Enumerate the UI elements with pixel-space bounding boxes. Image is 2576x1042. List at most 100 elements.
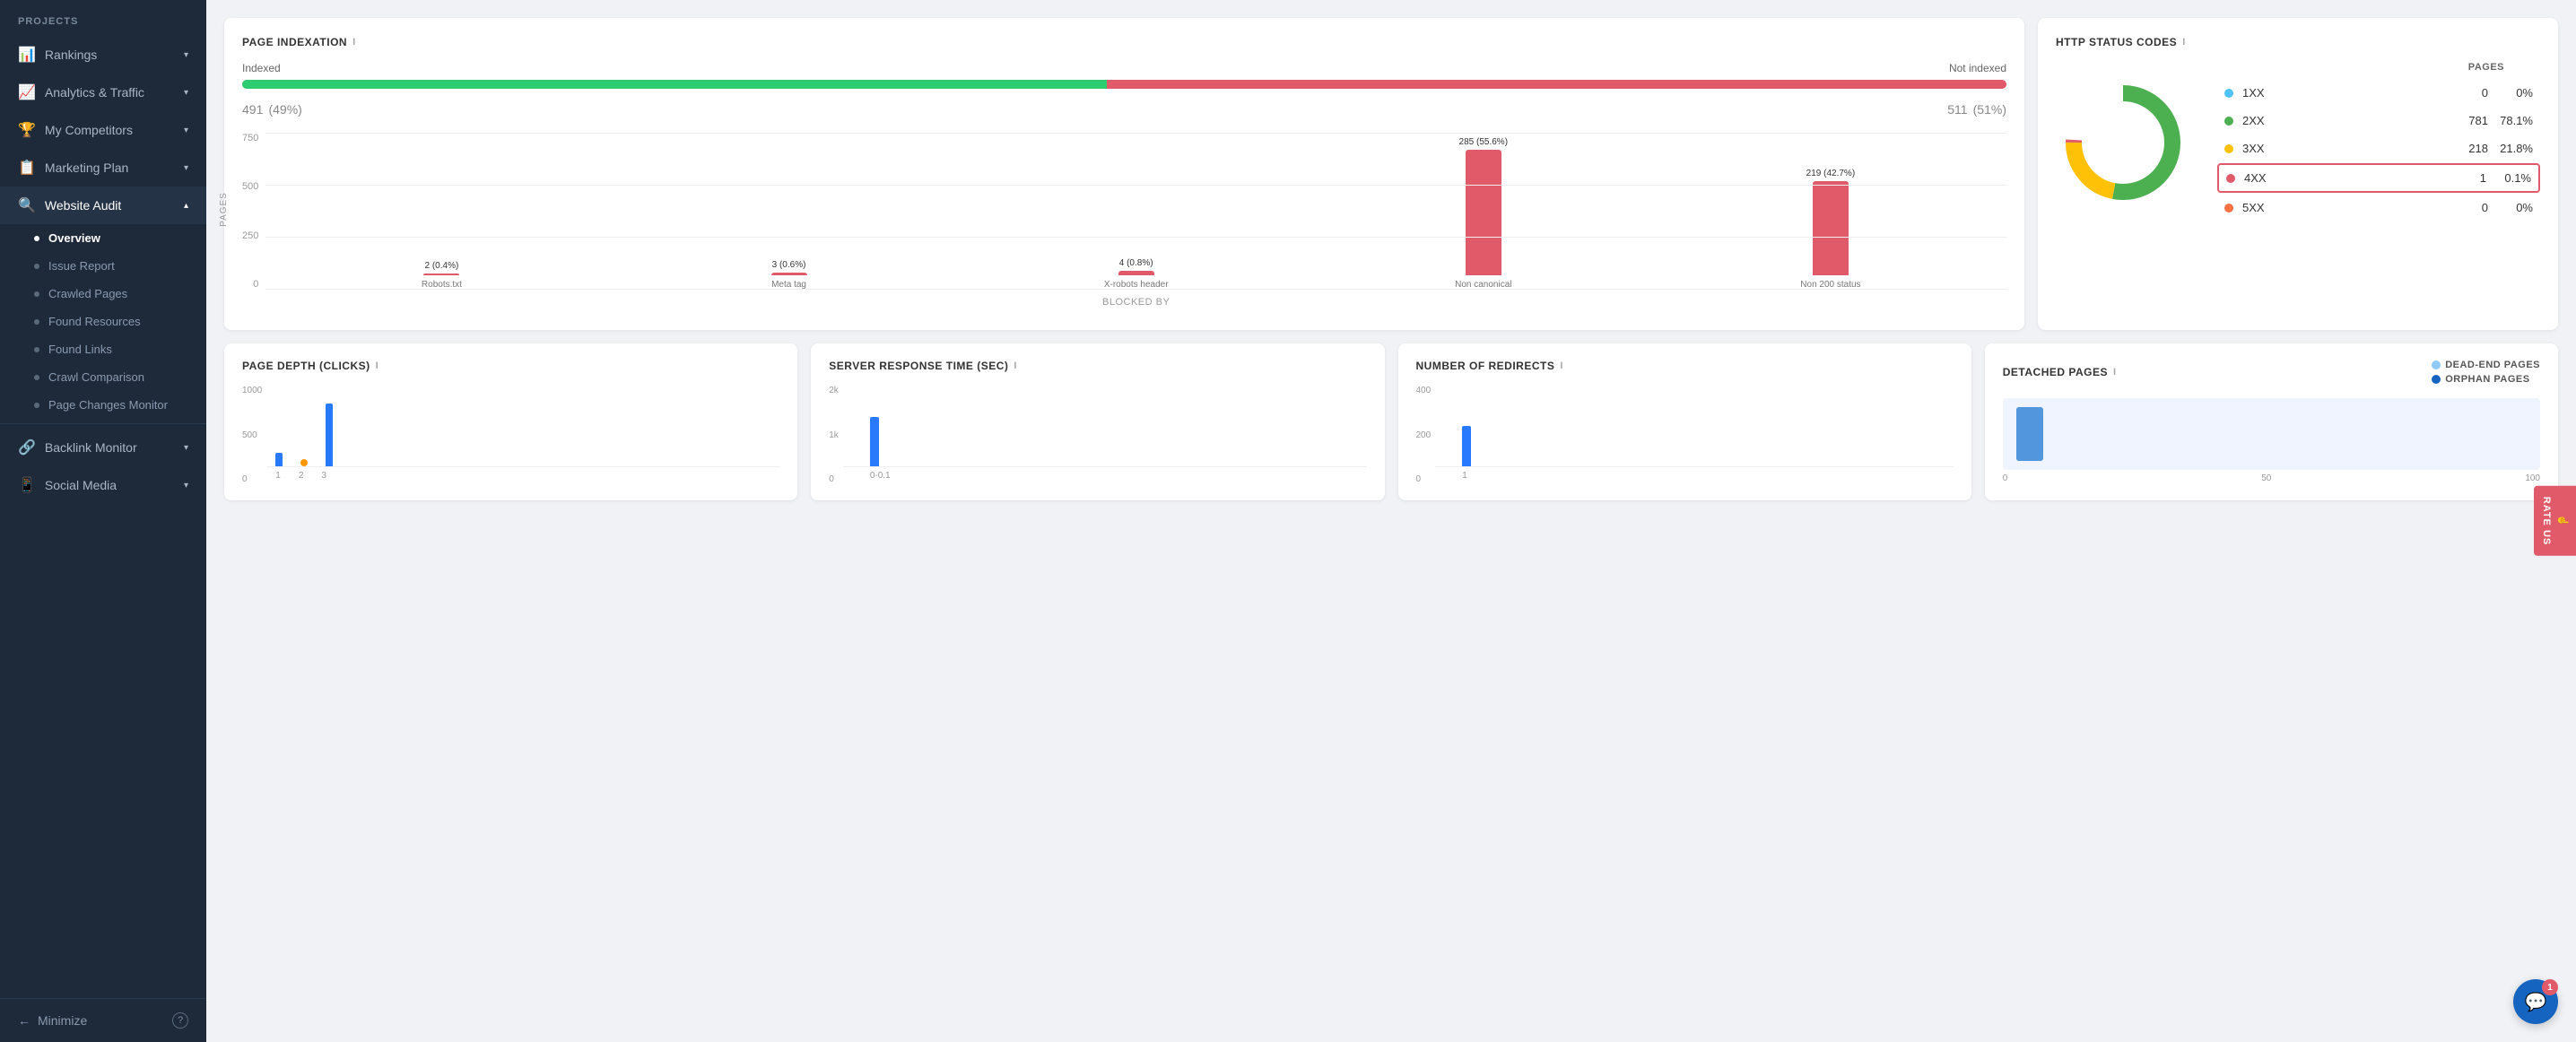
marketing-chevron: ▾ xyxy=(184,163,188,173)
rate-us-label: RATE US xyxy=(2541,497,2552,545)
indexation-info-icon[interactable]: i xyxy=(352,37,356,48)
page-indexation-title: PAGE INDEXATION i xyxy=(242,36,2006,48)
rate-us-button[interactable]: ☝ RATE US xyxy=(2534,486,2576,556)
chat-badge: 1 xyxy=(2542,979,2558,995)
page-depth-y-axis: 1000 500 0 xyxy=(242,386,262,484)
http-info-icon[interactable]: i xyxy=(2182,37,2186,48)
sidebar-item-competitors[interactable]: 🏆 My Competitors ▾ xyxy=(0,111,206,149)
not-indexed-count: 511 (51%) xyxy=(1947,96,2006,119)
bar-chart-inner: 2 (0.4%) Robots.txt 3 (0.6%) Meta tag 4 … xyxy=(265,133,2006,312)
redirects-info-icon[interactable]: i xyxy=(1560,360,1563,371)
found-resources-dot xyxy=(34,319,39,325)
sidebar-analytics-label: Analytics & Traffic xyxy=(45,85,144,100)
server-response-title: SERVER RESPONSE TIME (SEC) i xyxy=(829,360,1366,372)
depth-bar-2 xyxy=(300,459,308,466)
sidebar-backlink-label: Backlink Monitor xyxy=(45,440,137,455)
legend-orphan: ORPHAN PAGES xyxy=(2432,374,2540,385)
dead-end-bar xyxy=(2016,407,2043,461)
dot-3xx xyxy=(2224,144,2233,153)
http-table: PAGES 1XX 0 0% 2XX 781 xyxy=(2217,62,2540,222)
detached-pages-title: DETACHED PAGES i DEAD-END PAGES ORPHAN P… xyxy=(2003,360,2540,385)
sidebar-item-rankings[interactable]: 📊 Rankings ▾ xyxy=(0,36,206,74)
sidebar-item-backlink[interactable]: 🔗 Backlink Monitor ▾ xyxy=(0,429,206,466)
http-row-5xx[interactable]: 5XX 0 0% xyxy=(2217,195,2540,221)
http-status-card: HTTP STATUS CODES i xyxy=(2038,18,2558,330)
bottom-cards-row: PAGE DEPTH (CLICKS) i 1000 500 0 xyxy=(224,343,2558,500)
backlink-chevron: ▾ xyxy=(184,443,188,453)
sidebar-sub-overview[interactable]: Overview xyxy=(0,224,206,252)
http-row-4xx[interactable]: 4XX 1 0.1% xyxy=(2217,163,2540,193)
indexed-label: Indexed xyxy=(242,62,281,74)
grid-lines xyxy=(265,133,2006,290)
http-row-2xx[interactable]: 2XX 781 78.1% xyxy=(2217,108,2540,134)
y-axis-label: PAGES xyxy=(219,192,229,227)
server-response-info-icon[interactable]: i xyxy=(1014,360,1017,371)
page-changes-dot xyxy=(34,403,39,408)
minimize-help-icon[interactable]: ? xyxy=(172,1012,188,1029)
sidebar-item-analytics[interactable]: 📈 Analytics & Traffic ▾ xyxy=(0,74,206,111)
page-depth-x-labels: 123 xyxy=(266,467,779,484)
grid-line-3 xyxy=(265,237,2006,238)
sidebar-sub-crawled-pages[interactable]: Crawled Pages xyxy=(0,280,206,308)
redirects-bars-area xyxy=(1435,386,1954,467)
sidebar-divider-1 xyxy=(0,423,206,424)
dot-5xx xyxy=(2224,204,2233,213)
sidebar-competitors-label: My Competitors xyxy=(45,123,133,137)
redirects-x-labels: 1 xyxy=(1435,467,1954,484)
page-depth-bars-area xyxy=(266,386,779,467)
http-status-title: HTTP STATUS CODES i xyxy=(2056,36,2540,48)
overview-dot xyxy=(34,236,39,241)
redirects-chart: 400 200 0 1 xyxy=(1416,386,1954,484)
issue-report-label: Issue Report xyxy=(48,259,115,273)
sidebar-item-website-audit[interactable]: 🔍 Website Audit ▴ xyxy=(0,187,206,224)
indexed-count: 491 (49%) xyxy=(242,96,302,119)
issue-report-dot xyxy=(34,264,39,269)
sidebar-minimize[interactable]: ← Minimize ? xyxy=(0,998,206,1042)
page-depth-info-icon[interactable]: i xyxy=(376,360,379,371)
detached-pages-card: DETACHED PAGES i DEAD-END PAGES ORPHAN P… xyxy=(1985,343,2558,500)
page-depth-chart: 1000 500 0 xyxy=(242,386,779,484)
detached-legend: DEAD-END PAGES ORPHAN PAGES xyxy=(2432,360,2540,385)
minimize-arrow-icon: ← xyxy=(18,1013,30,1028)
dot-2xx xyxy=(2224,117,2233,126)
grid-line-4 xyxy=(265,289,2006,290)
sidebar-sub-crawl-comparison[interactable]: Crawl Comparison xyxy=(0,363,206,391)
crawl-comparison-label: Crawl Comparison xyxy=(48,370,144,384)
not-indexed-bar-segment xyxy=(1107,80,2006,89)
dead-end-dot xyxy=(2432,360,2441,369)
indexation-counts: 491 (49%) 511 (51%) xyxy=(242,96,2006,119)
depth-bar-1 xyxy=(275,453,283,466)
detached-info-icon[interactable]: i xyxy=(2113,367,2117,378)
http-table-header: PAGES xyxy=(2217,62,2540,73)
server-response-y-axis: 2k 1k 0 xyxy=(829,386,839,484)
detached-chart-area xyxy=(2003,398,2540,470)
sidebar-marketing-label: Marketing Plan xyxy=(45,161,128,175)
x-axis-label: BLOCKED BY xyxy=(265,297,2006,308)
http-content: PAGES 1XX 0 0% 2XX 781 xyxy=(2056,62,2540,222)
sidebar-sub-issue-report[interactable]: Issue Report xyxy=(0,252,206,280)
sidebar-sub-found-links[interactable]: Found Links xyxy=(0,335,206,363)
social-chevron: ▾ xyxy=(184,481,188,491)
server-response-x-labels: 0-0.1 xyxy=(843,467,1367,484)
sidebar-sub-found-resources[interactable]: Found Resources xyxy=(0,308,206,335)
indexation-progress-bar xyxy=(242,80,2006,89)
page-indexation-card: PAGE INDEXATION i Indexed Not indexed 49… xyxy=(224,18,2024,330)
page-depth-title: PAGE DEPTH (CLICKS) i xyxy=(242,360,779,372)
redirects-y-axis: 400 200 0 xyxy=(1416,386,1432,484)
y-axis-labels: 750 500 250 0 xyxy=(242,133,258,312)
sidebar-website-audit-label: Website Audit xyxy=(45,198,121,213)
sidebar-item-marketing[interactable]: 📋 Marketing Plan ▾ xyxy=(0,149,206,187)
redirects-card: NUMBER OF REDIRECTS i 400 200 0 1 xyxy=(1398,343,1971,500)
http-row-1xx[interactable]: 1XX 0 0% xyxy=(2217,80,2540,106)
chat-button[interactable]: 💬 1 xyxy=(2513,979,2558,1024)
sidebar-rankings-label: Rankings xyxy=(45,48,97,62)
donut-chart xyxy=(2056,75,2190,210)
sidebar-item-social[interactable]: 📱 Social Media ▾ xyxy=(0,466,206,504)
http-row-3xx[interactable]: 3XX 218 21.8% xyxy=(2217,135,2540,161)
sidebar-sub-page-changes[interactable]: Page Changes Monitor xyxy=(0,391,206,419)
marketing-icon: 📋 xyxy=(18,159,36,177)
main-content: PAGE INDEXATION i Indexed Not indexed 49… xyxy=(206,0,2576,1042)
crawled-pages-dot xyxy=(34,291,39,297)
rate-us-icon: ☝ xyxy=(2557,515,2569,528)
analytics-icon: 📈 xyxy=(18,83,36,101)
